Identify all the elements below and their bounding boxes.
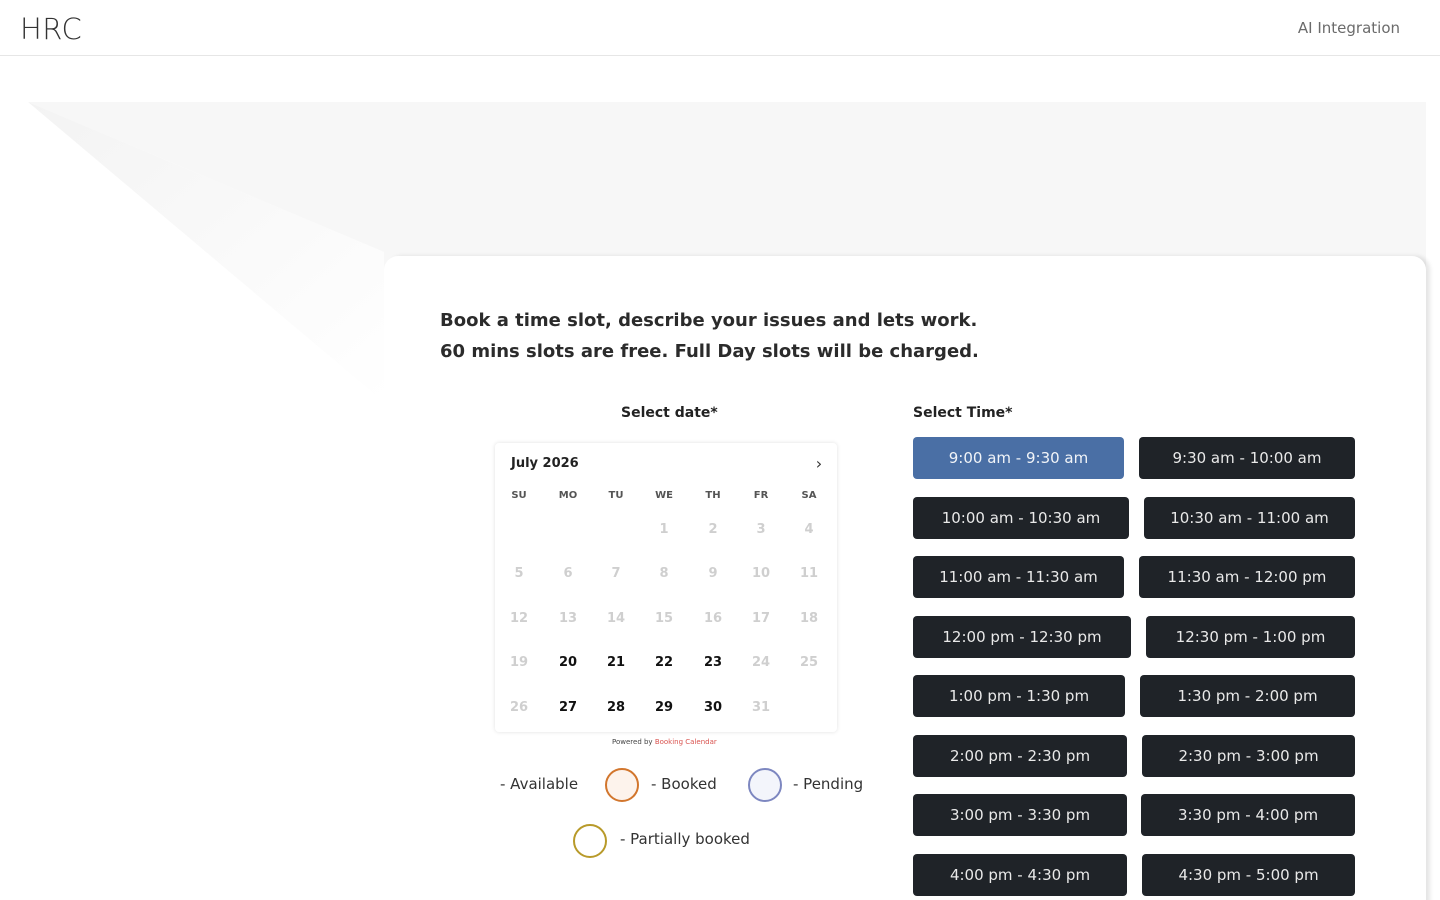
calendar-day: 25 [799, 655, 819, 670]
calendar-day: 1 [659, 522, 669, 537]
booking-intro: Book a time slot, describe your issues a… [440, 305, 979, 367]
time-slot-button[interactable]: 2:30 pm - 3:00 pm [1142, 735, 1355, 777]
time-slot-button[interactable]: 2:00 pm - 2:30 pm [913, 735, 1127, 777]
time-slot-button[interactable]: 10:30 am - 11:00 am [1144, 497, 1355, 539]
calendar-day: 11 [799, 566, 819, 581]
time-slot-button[interactable]: 12:00 pm - 12:30 pm [913, 616, 1131, 658]
powered-by: Powered by Booking Calendar [612, 738, 717, 746]
time-slot-button[interactable]: 1:00 pm - 1:30 pm [913, 675, 1125, 717]
calendar-day: 5 [514, 566, 524, 581]
weekday-header: WE [655, 490, 673, 501]
legend-booked: - Booked [651, 775, 717, 793]
select-time-label: Select Time* [913, 405, 1013, 421]
calendar-day[interactable]: 29 [644, 698, 684, 718]
calendar-day: 15 [654, 611, 674, 626]
legend-partially-booked-circle-icon [573, 824, 607, 858]
calendar-day: 9 [708, 566, 718, 581]
select-date-label: Select date* [621, 405, 718, 421]
calendar-day: 13 [558, 611, 578, 626]
calendar-day[interactable]: 27 [548, 698, 588, 718]
calendar-day[interactable]: 28 [596, 698, 636, 718]
powered-by-prefix: Powered by [612, 738, 653, 746]
legend-pending-circle-icon [748, 768, 782, 802]
legend-booked-circle-icon [605, 768, 639, 802]
time-slot-button[interactable]: 1:30 pm - 2:00 pm [1140, 675, 1355, 717]
calendar-day: 24 [751, 655, 771, 670]
weekday-header: TU [608, 490, 624, 501]
weekday-header: FR [753, 490, 769, 501]
weekday-header: MO [558, 490, 578, 501]
weekday-header: SA [801, 490, 817, 501]
calendar-day: 12 [509, 611, 529, 626]
intro-line-1: Book a time slot, describe your issues a… [440, 310, 978, 331]
calendar-day[interactable]: 30 [693, 698, 733, 718]
time-slot-button[interactable]: 3:30 pm - 4:00 pm [1141, 794, 1355, 836]
booking-calendar-link[interactable]: Booking Calendar [655, 738, 717, 746]
chevron-right-icon[interactable]: › [811, 455, 827, 473]
calendar-day: 18 [799, 611, 819, 626]
time-slot-button[interactable]: 12:30 pm - 1:00 pm [1146, 616, 1355, 658]
calendar-day: 3 [756, 522, 766, 537]
calendar-day: 4 [804, 522, 814, 537]
time-slot-button[interactable]: 4:30 pm - 5:00 pm [1142, 854, 1355, 896]
calendar-day: 6 [563, 566, 573, 581]
calendar-day: 14 [606, 611, 626, 626]
calendar-day: 8 [659, 566, 669, 581]
calendar-day[interactable]: 22 [644, 653, 684, 673]
calendar-day: 10 [751, 566, 771, 581]
time-slot-button[interactable]: 9:30 am - 10:00 am [1139, 437, 1355, 479]
calendar-day: 2 [708, 522, 718, 537]
calendar-day: 16 [703, 611, 723, 626]
calendar-day: 19 [509, 655, 529, 670]
calendar-day: 17 [751, 611, 771, 626]
calendar-day[interactable]: 21 [596, 653, 636, 673]
time-slot-button[interactable]: 10:00 am - 10:30 am [913, 497, 1129, 539]
time-slot-button[interactable]: 11:30 am - 12:00 pm [1139, 556, 1355, 598]
calendar-day: 31 [751, 700, 771, 715]
legend-partially-booked: - Partially booked [620, 830, 750, 848]
date-calendar: July 2026 › SU MO TU WE TH FR SA 1 2 3 4 5 6 7 8 9 10 11 1… [495, 443, 837, 732]
weekday-header: TH [705, 490, 721, 501]
intro-line-2: 60 mins slots are free. Full Day slots w… [440, 341, 979, 362]
time-slot-button[interactable]: 4:00 pm - 4:30 pm [913, 854, 1127, 896]
weekday-header: SU [511, 490, 527, 501]
legend-available: - Available [500, 775, 579, 793]
time-slot-button[interactable]: 9:00 am - 9:30 am [913, 437, 1124, 479]
header: HRC AI Integration [0, 0, 1440, 56]
calendar-month-title: July 2026 [511, 456, 579, 471]
site-logo[interactable]: HRC [20, 12, 82, 46]
legend-pending: - Pending [793, 775, 864, 793]
nav-link-ai-integration[interactable]: AI Integration [1298, 19, 1400, 37]
calendar-day[interactable]: 20 [548, 653, 588, 673]
time-slot-button[interactable]: 3:00 pm - 3:30 pm [913, 794, 1127, 836]
calendar-day: 7 [611, 566, 621, 581]
calendar-day: 26 [509, 700, 529, 715]
time-slot-button[interactable]: 11:00 am - 11:30 am [913, 556, 1124, 598]
calendar-day[interactable]: 23 [693, 653, 733, 673]
